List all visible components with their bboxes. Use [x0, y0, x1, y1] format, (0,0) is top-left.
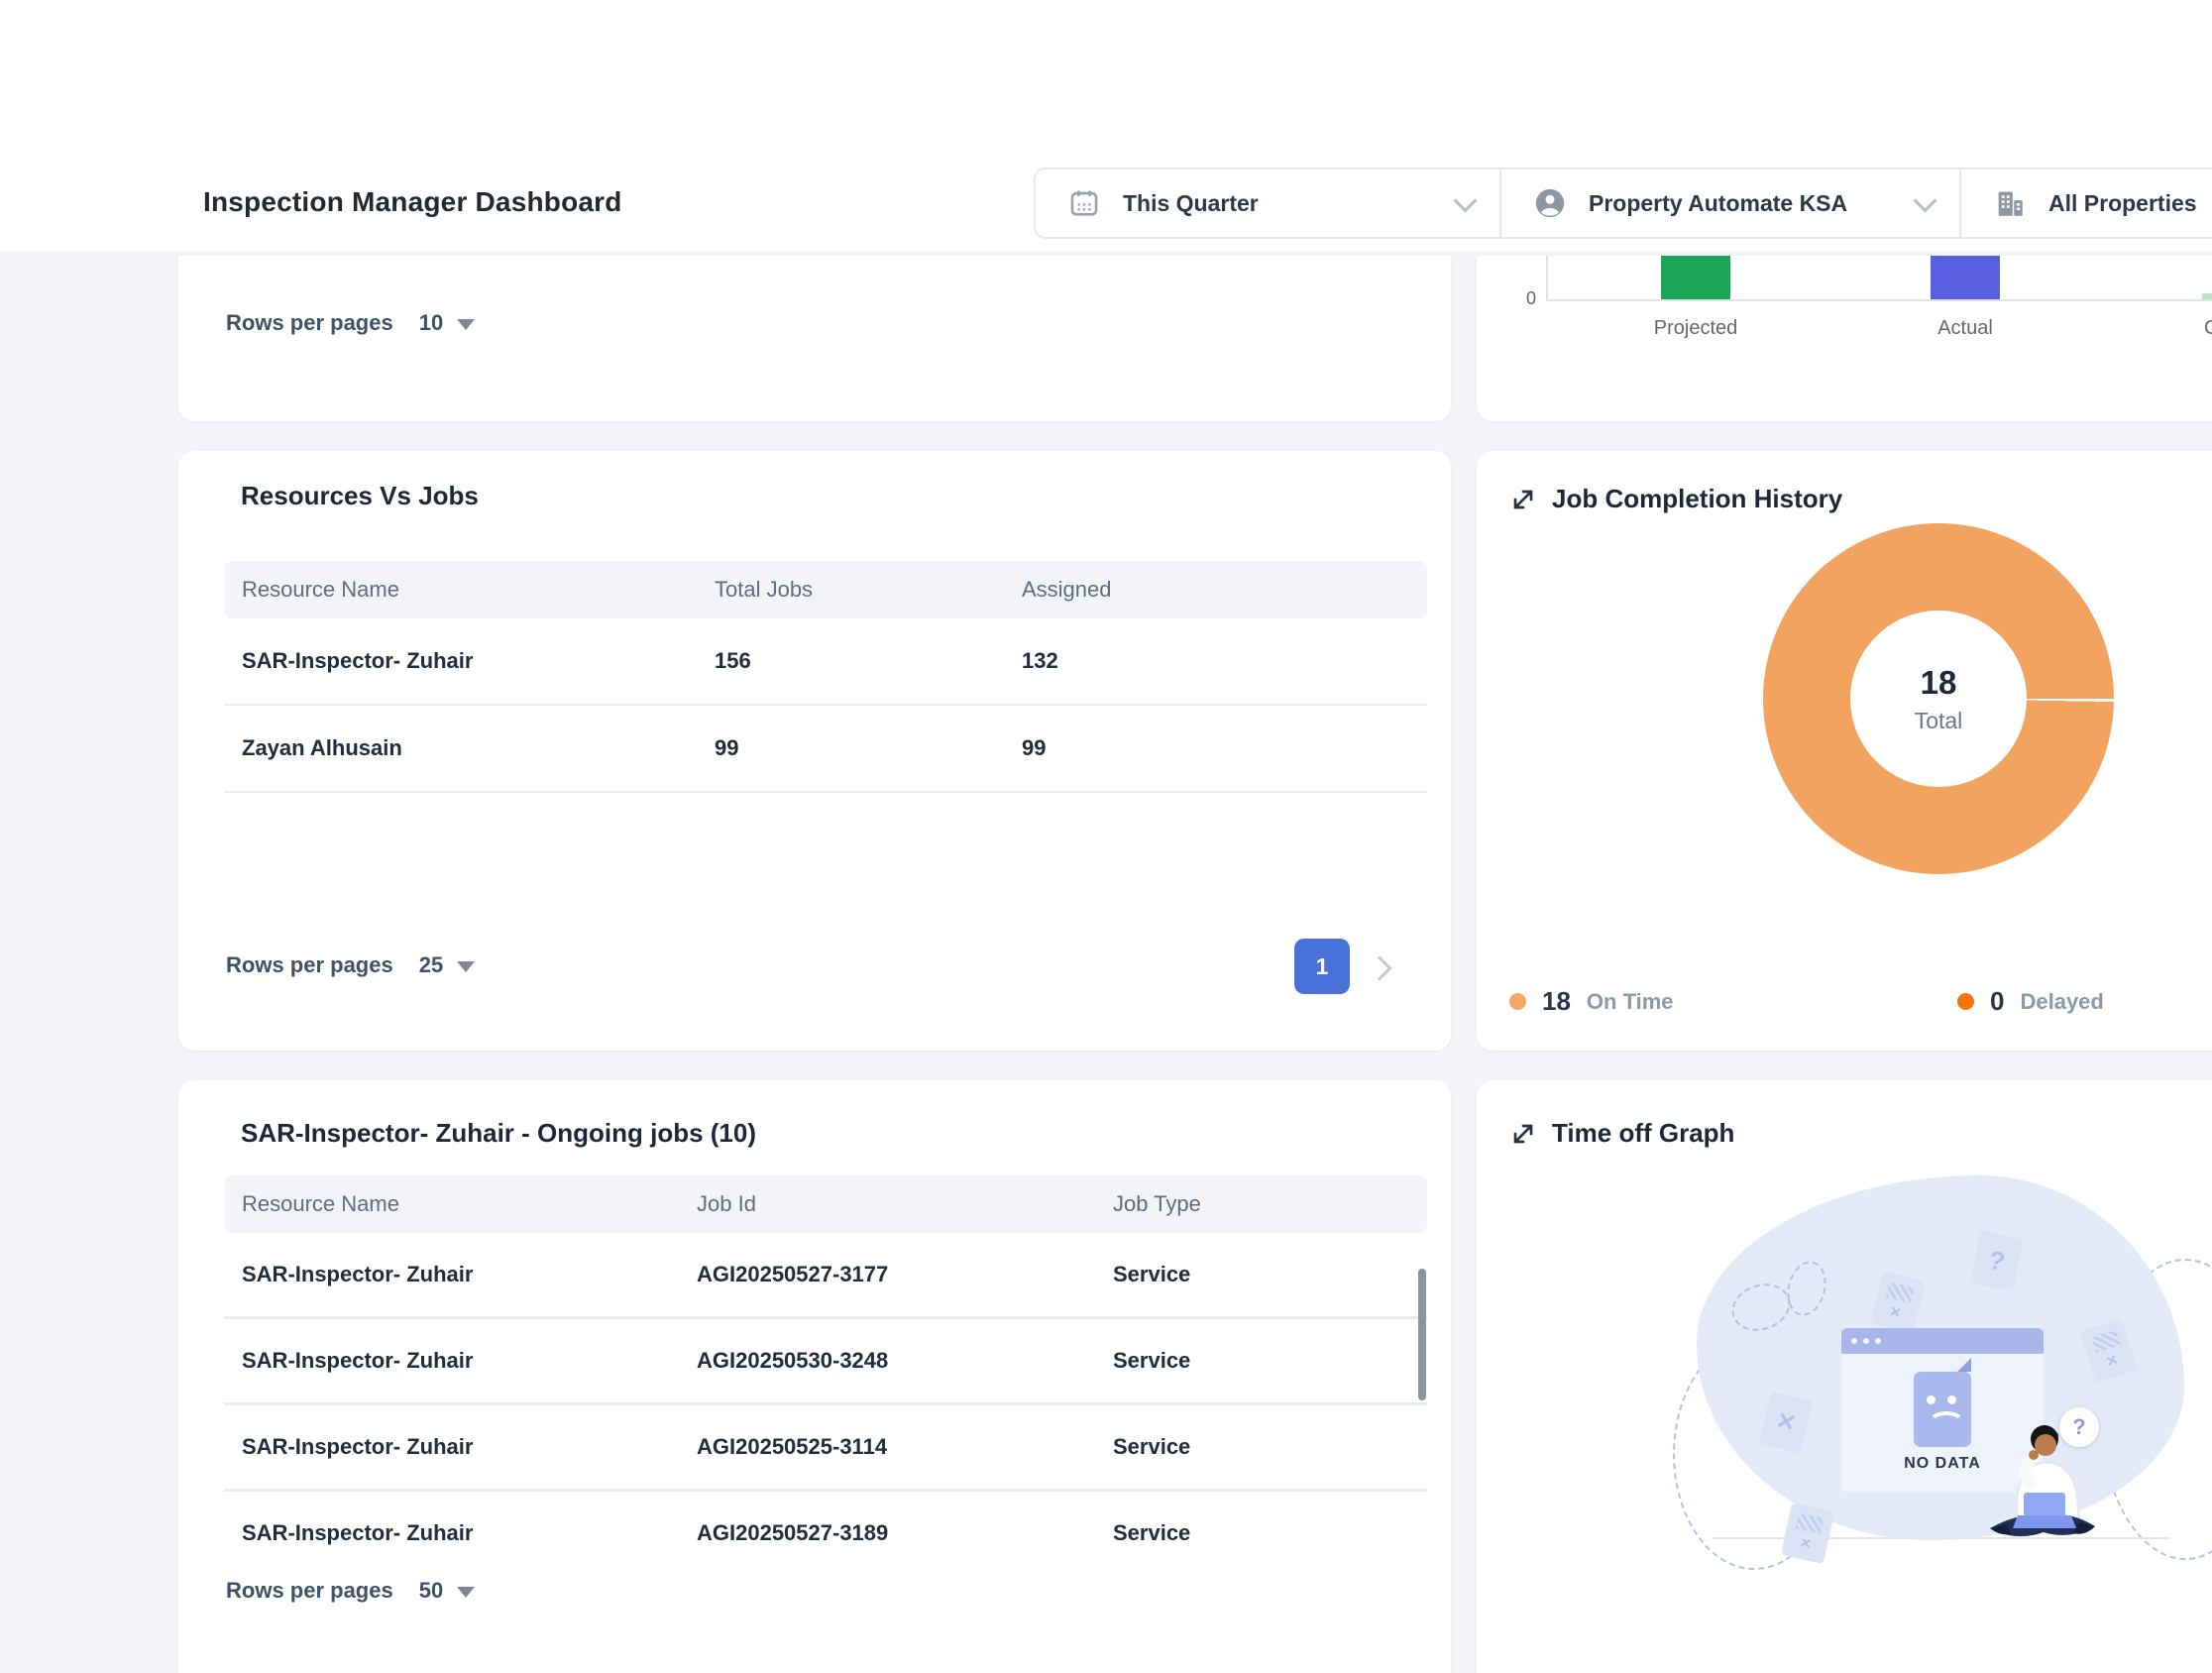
card-title: SAR-Inspector- Zuhair - Ongoing jobs (10… [241, 1118, 756, 1149]
rows-per-page-control[interactable]: Rows per pages 10 [226, 310, 475, 336]
cell-job-type: Service [1113, 1262, 1371, 1287]
y-axis-tick-0: 0 [1510, 288, 1536, 309]
header-filter-bar: This Quarter Property Automate KSA [1034, 167, 2212, 239]
rows-per-page-label: Rows per pages [226, 952, 393, 978]
column-assigned: Assigned [1022, 577, 1319, 603]
rows-per-page-label: Rows per pages [226, 1578, 393, 1604]
expand-icon[interactable] [1507, 484, 1539, 515]
cell-job-id: AGI20250530-3248 [697, 1348, 1113, 1374]
pagination-next-icon[interactable] [1367, 955, 1391, 980]
cell-job-type: Service [1113, 1434, 1371, 1460]
table-header: Resource Name Job Id Job Type [224, 1175, 1427, 1233]
properties-select-value: All Properties [2048, 190, 2197, 217]
cell-total-jobs: 99 [715, 735, 1022, 761]
donut-center: 18 Total [1850, 611, 2027, 787]
inspection-manager-dashboard: Inspection Manager Dashboard This Quarte… [0, 0, 2212, 1673]
chevron-down-icon [1913, 188, 1936, 212]
legend-dot-delayed [1957, 993, 1974, 1010]
x-axis-line [1546, 299, 2212, 301]
ground-line [1713, 1537, 2170, 1539]
cell-total-jobs: 156 [715, 648, 1022, 674]
page-number: 1 [1316, 953, 1329, 980]
card-title: Job Completion History [1552, 484, 1842, 514]
rows-per-page-value: 50 [419, 1578, 443, 1604]
resources-vs-jobs-card: Resources Vs Jobs Resource Name Total Jo… [178, 451, 1451, 1051]
cell-job-id: AGI20250527-3189 [697, 1520, 1113, 1546]
cell-assigned: 99 [1022, 735, 1319, 761]
dropdown-triangle-icon [457, 961, 475, 972]
table-row[interactable]: Zayan Alhusain 99 99 [224, 706, 1427, 791]
bar-projected[interactable] [1661, 256, 1730, 299]
cell-assigned: 132 [1022, 648, 1319, 674]
period-select[interactable]: This Quarter [1036, 169, 1501, 237]
x-label-cutoff-fragment: C [2204, 317, 2212, 340]
cell-resource-name: Zayan Alhusain [224, 735, 715, 761]
dropdown-triangle-icon [457, 319, 475, 330]
expand-icon[interactable] [1507, 1118, 1539, 1150]
table-header: Resource Name Total Jobs Assigned [224, 561, 1427, 618]
cell-resource-name: SAR-Inspector- Zuhair [224, 1348, 697, 1374]
cell-resource-name: SAR-Inspector- Zuhair [224, 648, 715, 674]
card-title: Resources Vs Jobs [241, 481, 479, 511]
legend-delayed: 0 Delayed [1957, 986, 2104, 1017]
ongoing-jobs-card: SAR-Inspector- Zuhair - Ongoing jobs (10… [178, 1080, 1451, 1673]
properties-select[interactable]: All Properties [1961, 169, 2212, 237]
chevron-down-icon [1453, 188, 1477, 212]
dropdown-triangle-icon [457, 1587, 475, 1598]
cell-job-type: Service [1113, 1520, 1371, 1546]
rows-per-page-control[interactable]: Rows per pages 50 [226, 1578, 475, 1604]
jobs-overview-card: Rows per pages 10 [178, 256, 1451, 421]
rows-per-page-value: 25 [419, 952, 443, 978]
table-scrollbar[interactable] [1418, 1269, 1426, 1400]
legend-value: 18 [1542, 986, 1571, 1017]
person-with-laptop-graphic [1984, 1417, 2101, 1547]
period-select-value: This Quarter [1123, 190, 1259, 217]
y-axis-line [1546, 256, 1548, 300]
column-job-id: Job Id [697, 1191, 1113, 1217]
page-title: Inspection Manager Dashboard [203, 186, 622, 218]
rows-per-page-control[interactable]: Rows per pages 25 [226, 952, 475, 978]
pagination-page-1[interactable]: 1 [1294, 939, 1350, 994]
legend-dot-on-time [1509, 993, 1526, 1010]
legend-label: Delayed [2020, 989, 2103, 1015]
cell-resource-name: SAR-Inspector- Zuhair [224, 1434, 697, 1460]
account-select[interactable]: Property Automate KSA [1501, 169, 1961, 237]
donut-total-label: Total [1915, 708, 1963, 734]
card-title: Time off Graph [1552, 1118, 1734, 1149]
table-row[interactable]: SAR-Inspector- Zuhair AGI20250527-3189 S… [224, 1492, 1427, 1575]
cell-job-id: AGI20250527-3177 [697, 1262, 1113, 1287]
table-row[interactable]: SAR-Inspector- Zuhair AGI20250527-3177 S… [224, 1233, 1427, 1316]
browser-titlebar [1841, 1328, 2044, 1354]
user-icon [1533, 186, 1567, 220]
rows-per-page-label: Rows per pages [226, 310, 393, 336]
projected-actual-chart-card: 0 Projected Actual C [1477, 256, 2212, 421]
column-resource-name: Resource Name [224, 577, 715, 603]
x-label-actual: Actual [1896, 317, 2035, 340]
donut-chart[interactable]: 18 Total [1763, 523, 2114, 874]
column-resource-name: Resource Name [224, 1191, 697, 1217]
legend-label: On Time [1587, 989, 1674, 1015]
donut-total-value: 18 [1921, 664, 1957, 702]
column-total-jobs: Total Jobs [715, 577, 1022, 603]
sad-document-icon [1914, 1372, 1971, 1447]
account-select-value: Property Automate KSA [1589, 190, 1847, 217]
cell-resource-name: SAR-Inspector- Zuhair [224, 1262, 697, 1287]
calendar-icon [1067, 186, 1101, 220]
table-row[interactable]: SAR-Inspector- Zuhair 156 132 [224, 618, 1427, 704]
cell-job-id: AGI20250525-3114 [697, 1434, 1113, 1460]
x-label-projected: Projected [1626, 317, 1765, 340]
legend-value: 0 [1990, 986, 2004, 1017]
column-job-type: Job Type [1113, 1191, 1371, 1217]
table-row[interactable]: SAR-Inspector- Zuhair AGI20250525-3114 S… [224, 1405, 1427, 1489]
row-divider [224, 791, 1427, 793]
table-row[interactable]: SAR-Inspector- Zuhair AGI20250530-3248 S… [224, 1319, 1427, 1402]
cell-job-type: Service [1113, 1348, 1371, 1374]
job-completion-history-card: Job Completion History 18 Total 18 On Ti… [1477, 451, 2212, 1051]
bar-third-partial [2202, 293, 2212, 299]
rows-per-page-value: 10 [419, 310, 443, 336]
bar-actual[interactable] [1931, 256, 2000, 299]
cell-resource-name: SAR-Inspector- Zuhair [224, 1520, 697, 1546]
buildings-icon [1993, 186, 2027, 220]
legend-on-time: 18 On Time [1509, 986, 1674, 1017]
